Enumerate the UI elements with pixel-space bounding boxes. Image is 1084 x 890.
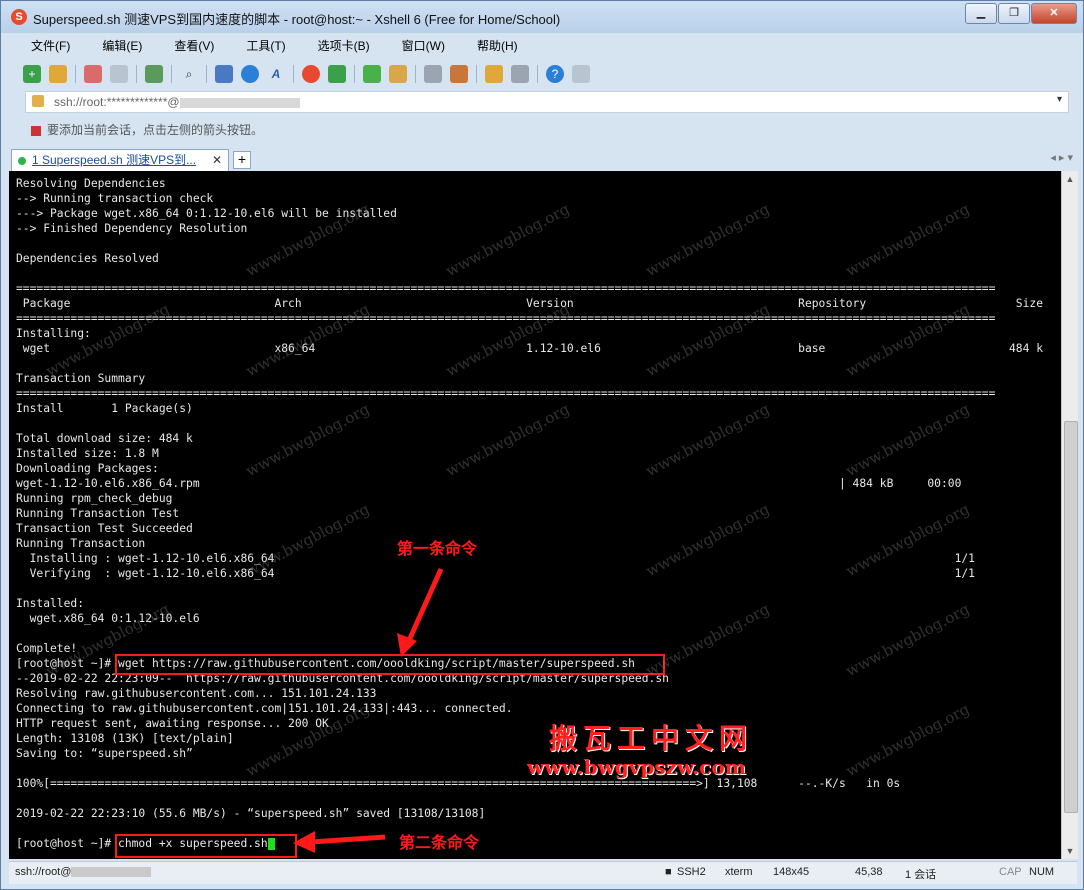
layout-icon[interactable]	[215, 65, 233, 83]
status-sessions: 1 会话	[905, 869, 937, 881]
status-lock-icon: ■	[665, 866, 672, 878]
status-caps: CAP	[999, 866, 1022, 878]
tab-session-1[interactable]: 1 Superspeed.sh 测速VPS到... ✕	[11, 149, 229, 171]
toolbar-separator	[354, 65, 355, 83]
menu-file[interactable]: 文件(F)	[13, 35, 70, 57]
brand-url: www.bwgvpszw.com	[527, 755, 746, 779]
font-icon[interactable]: A	[267, 65, 285, 83]
minimize-button[interactable]: ▁	[965, 3, 997, 24]
toolbar-separator	[206, 65, 207, 83]
toolbar: + ⌕ A ?	[23, 61, 1063, 87]
new-session-icon[interactable]: +	[23, 65, 41, 83]
chat-icon[interactable]	[572, 65, 590, 83]
scroll-thumb[interactable]	[1064, 421, 1078, 813]
connect-icon[interactable]	[84, 65, 102, 83]
chevron-down-icon[interactable]: ▾	[1057, 94, 1062, 105]
menu-window[interactable]: 窗口(W)	[384, 35, 445, 57]
properties-icon[interactable]	[145, 65, 163, 83]
arrow-to-first-command	[404, 567, 444, 647]
tab-bar: 1 Superspeed.sh 测速VPS到... ✕ + ◂ ▸ ▾	[9, 147, 1077, 171]
toolbar-separator	[293, 65, 294, 83]
xshell-logo-icon: S	[11, 9, 27, 25]
status-cursor-position: 45,38	[855, 866, 883, 878]
menu-view[interactable]: 查看(V)	[156, 35, 214, 57]
menu-edit[interactable]: 编辑(E)	[84, 35, 142, 57]
xshell-icon[interactable]	[302, 65, 320, 83]
window-controls: ▁ ❐ ✕	[964, 3, 1077, 24]
toolbar-separator	[476, 65, 477, 83]
help-icon[interactable]: ?	[546, 65, 564, 83]
open-folder-icon[interactable]	[49, 65, 67, 83]
session-hint: 要添加当前会话，点击左侧的箭头按钮。	[31, 121, 263, 138]
menu-help[interactable]: 帮助(H)	[459, 35, 518, 57]
close-button[interactable]: ✕	[1031, 3, 1077, 24]
highlight-icon[interactable]	[450, 65, 468, 83]
redacted-host	[179, 97, 300, 108]
search-icon[interactable]: ⌕	[180, 65, 198, 83]
disconnect-icon[interactable]	[110, 65, 128, 83]
status-terminal-type: xterm	[725, 866, 753, 878]
scroll-down-icon[interactable]: ▼	[1062, 843, 1078, 859]
bookmark-icon[interactable]	[31, 125, 41, 136]
arrow-head-second	[293, 831, 315, 853]
status-terminal-size: 148x45	[773, 866, 810, 878]
new-tab-icon[interactable]	[485, 65, 503, 83]
fullscreen-icon[interactable]	[363, 65, 381, 83]
status-protocol: SSH2	[677, 866, 706, 878]
scroll-up-icon[interactable]: ▲	[1062, 171, 1078, 187]
menu-tab[interactable]: 选项卡(B)	[300, 35, 370, 57]
menu-bar: 文件(F) 编辑(E) 查看(V) 工具(T) 选项卡(B) 窗口(W) 帮助(…	[13, 35, 532, 57]
tab-label: 1 Superspeed.sh 测速VPS到...	[32, 153, 197, 167]
xftp-icon[interactable]	[328, 65, 346, 83]
arrow-head-first	[397, 633, 417, 657]
status-connection: ssh://root@	[15, 866, 152, 878]
brand-name-cn: 搬瓦工中文网	[549, 722, 754, 755]
connected-status-icon	[18, 156, 26, 165]
toolbar-separator	[537, 65, 538, 83]
menu-tools[interactable]: 工具(T)	[228, 35, 285, 57]
window-title: Superspeed.sh 测速VPS到国内速度的脚本 - root@host:…	[33, 12, 561, 27]
keyboard-icon[interactable]	[424, 65, 442, 83]
lock-icon[interactable]	[389, 65, 407, 83]
close-tab-icon[interactable]: ✕	[212, 150, 222, 170]
address-bar[interactable]: ssh://root:*************@ ▾	[25, 91, 1069, 113]
lock-icon	[32, 95, 44, 107]
maximize-button[interactable]: ❐	[998, 3, 1030, 24]
toolbar-separator	[136, 65, 137, 83]
toolbar-separator	[171, 65, 172, 83]
toolbar-separator	[415, 65, 416, 83]
address-text: ssh://root:*************@	[54, 95, 300, 109]
globe-icon[interactable]	[241, 65, 259, 83]
tab-nav-arrows[interactable]: ◂ ▸ ▾	[1050, 151, 1073, 164]
arrow-to-second-command	[310, 834, 386, 845]
redacted-host	[71, 867, 152, 878]
title-bar[interactable]: S Superspeed.sh 测速VPS到国内速度的脚本 - root@hos…	[1, 1, 1083, 33]
add-tab-button[interactable]: +	[233, 151, 251, 169]
status-num: NUM	[1029, 866, 1055, 878]
status-bar: ssh://root@ ■ SSH2 xterm 148x45 45,38 1 …	[9, 861, 1077, 884]
xshell-window: S Superspeed.sh 测速VPS到国内速度的脚本 - root@hos…	[0, 0, 1084, 890]
terminal-scrollbar[interactable]: ▲ ▼	[1061, 171, 1078, 859]
tile-icon[interactable]	[511, 65, 529, 83]
toolbar-separator	[75, 65, 76, 83]
